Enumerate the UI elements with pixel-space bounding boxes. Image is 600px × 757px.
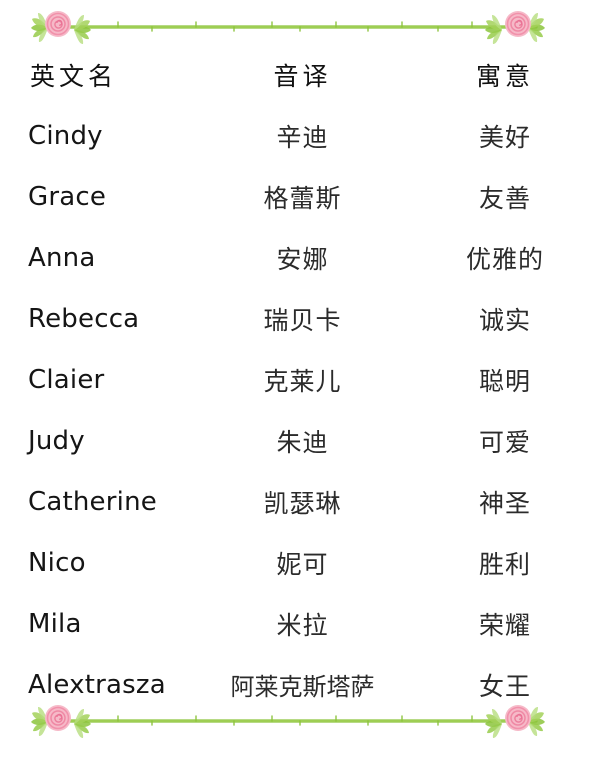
name-list-page: 英文名 音译 寓意 Cindy 辛迪 美好 Grace 格蕾斯 友善 Anna … bbox=[0, 0, 600, 757]
table-row: Judy 朱迪 可爱 bbox=[0, 410, 600, 471]
cell-english-name: Alextrasza bbox=[28, 669, 166, 700]
table-row: Rebecca 瑞贝卡 诚实 bbox=[0, 288, 600, 349]
cell-transliteration: 米拉 bbox=[276, 610, 329, 640]
cell-english-name: Anna bbox=[28, 242, 96, 273]
column-header-transliteration: 音译 bbox=[273, 61, 332, 91]
cell-transliteration: 辛迪 bbox=[276, 122, 329, 152]
column-header-english-name: 英文名 bbox=[30, 61, 118, 91]
cell-meaning: 胜利 bbox=[478, 549, 531, 579]
cell-transliteration: 克莱儿 bbox=[263, 366, 342, 396]
cell-english-name: Nico bbox=[28, 547, 86, 578]
table-row: Claier 克莱儿 聪明 bbox=[0, 349, 600, 410]
table-row: Nico 妮可 胜利 bbox=[0, 532, 600, 593]
table-row: Grace 格蕾斯 友善 bbox=[0, 166, 600, 227]
cell-meaning: 诚实 bbox=[478, 305, 531, 335]
table-row: Mila 米拉 荣耀 bbox=[0, 593, 600, 654]
cell-english-name: Grace bbox=[28, 181, 107, 212]
cell-meaning: 优雅的 bbox=[465, 244, 544, 274]
cell-transliteration: 阿莱克斯塔萨 bbox=[230, 673, 375, 701]
cell-english-name: Catherine bbox=[28, 486, 157, 517]
cell-transliteration: 安娜 bbox=[276, 244, 329, 274]
cell-meaning: 可爱 bbox=[478, 427, 531, 457]
cell-meaning: 荣耀 bbox=[478, 610, 531, 640]
english-name-table: 英文名 音译 寓意 Cindy 辛迪 美好 Grace 格蕾斯 友善 Anna … bbox=[0, 44, 600, 715]
cell-english-name: Rebecca bbox=[28, 303, 140, 334]
cell-transliteration: 妮可 bbox=[276, 549, 329, 579]
cell-meaning: 聪明 bbox=[478, 366, 531, 396]
table-row: Anna 安娜 优雅的 bbox=[0, 227, 600, 288]
cell-english-name: Claier bbox=[28, 364, 105, 395]
cell-english-name: Mila bbox=[28, 608, 82, 639]
cell-transliteration: 格蕾斯 bbox=[263, 183, 342, 213]
cell-transliteration: 朱迪 bbox=[276, 427, 329, 457]
table-row: Catherine 凯瑟琳 神圣 bbox=[0, 471, 600, 532]
cell-english-name: Judy bbox=[28, 425, 85, 456]
table-row: Alextrasza 阿莱克斯塔萨 女王 bbox=[0, 654, 600, 715]
cell-meaning: 女王 bbox=[478, 671, 531, 701]
table-header-row: 英文名 音译 寓意 bbox=[0, 44, 600, 105]
cell-transliteration: 凯瑟琳 bbox=[263, 488, 342, 518]
column-header-meaning: 寓意 bbox=[475, 61, 534, 91]
top-rose-divider bbox=[0, 4, 600, 48]
table-row: Cindy 辛迪 美好 bbox=[0, 105, 600, 166]
cell-english-name: Cindy bbox=[28, 120, 103, 151]
cell-meaning: 美好 bbox=[478, 122, 531, 152]
cell-meaning: 友善 bbox=[478, 183, 531, 213]
cell-meaning: 神圣 bbox=[478, 488, 531, 518]
cell-transliteration: 瑞贝卡 bbox=[263, 305, 342, 335]
